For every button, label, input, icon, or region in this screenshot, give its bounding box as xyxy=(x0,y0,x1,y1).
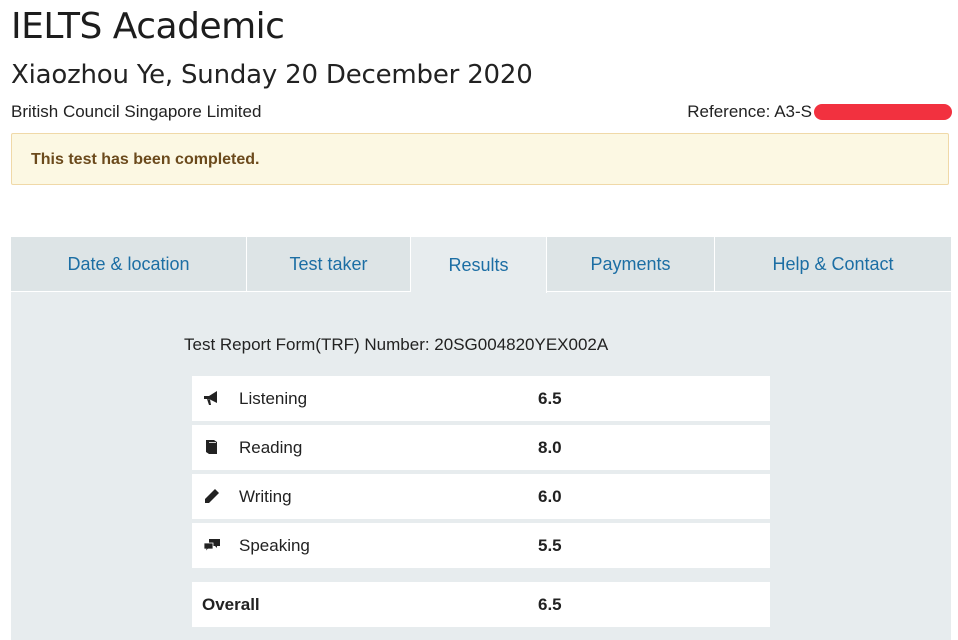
skill-label: Speaking xyxy=(239,536,310,555)
skill-score: 6.5 xyxy=(538,389,562,408)
results-table: Listening 6.5 Reading 8.0 Writing 6.0 Sp… xyxy=(192,376,770,627)
skill-score: 5.5 xyxy=(538,536,562,555)
result-row-overall: Overall 6.5 xyxy=(192,582,770,627)
tab-help-contact[interactable]: Help & Contact xyxy=(715,237,951,292)
reference-label: Reference: A3-S xyxy=(687,102,812,121)
megaphone-icon xyxy=(202,388,222,408)
page-title: IELTS Academic xyxy=(11,6,285,47)
book-icon xyxy=(202,437,222,457)
tab-bar: Date & location Test taker Results Payme… xyxy=(11,237,951,293)
skill-label: Reading xyxy=(239,438,303,457)
test-centre-name: British Council Singapore Limited xyxy=(11,102,262,121)
tab-payments[interactable]: Payments xyxy=(547,237,715,292)
overall-score: 6.5 xyxy=(538,595,562,614)
result-row-listening: Listening 6.5 xyxy=(192,376,770,421)
completion-alert: This test has been completed. xyxy=(11,133,949,185)
overall-label: Overall xyxy=(202,595,260,614)
speech-bubbles-icon xyxy=(202,535,222,555)
alert-message: This test has been completed. xyxy=(31,151,260,168)
result-row-writing: Writing 6.0 xyxy=(192,474,770,519)
skill-label: Listening xyxy=(239,389,308,408)
skill-label: Writing xyxy=(239,487,292,506)
result-row-reading: Reading 8.0 xyxy=(192,425,770,470)
trf-number: Test Report Form(TRF) Number: 20SG004820… xyxy=(184,335,609,354)
redaction-mark xyxy=(814,104,952,120)
booking-panel: Date & location Test taker Results Payme… xyxy=(11,237,951,640)
skill-score: 6.0 xyxy=(538,487,562,506)
tab-date-location[interactable]: Date & location xyxy=(11,237,247,292)
skill-score: 8.0 xyxy=(538,438,562,457)
pencil-icon xyxy=(202,486,222,506)
candidate-and-date: Xiaozhou Ye, Sunday 20 December 2020 xyxy=(11,60,533,90)
booking-reference: Reference: A3-S xyxy=(687,102,952,122)
tab-results[interactable]: Results xyxy=(411,237,547,293)
tab-test-taker[interactable]: Test taker xyxy=(247,237,411,292)
result-row-speaking: Speaking 5.5 xyxy=(192,523,770,568)
